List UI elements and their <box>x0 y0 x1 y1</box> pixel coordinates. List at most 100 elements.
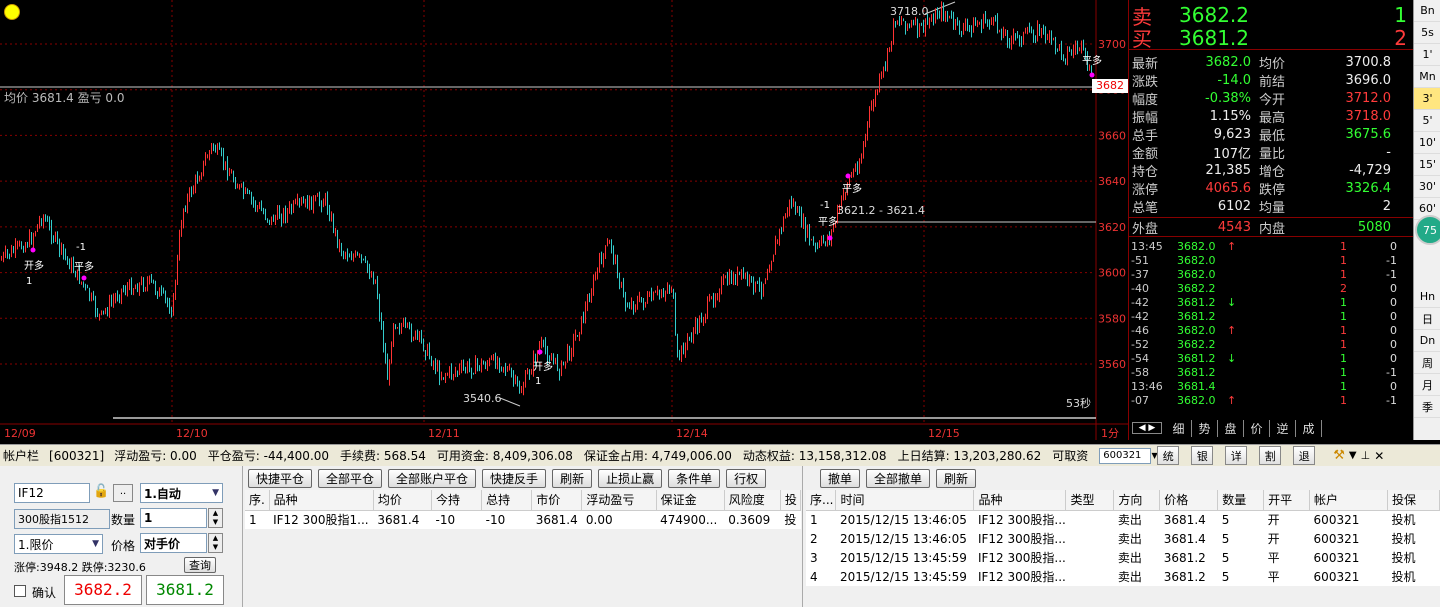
lock-icon[interactable]: 🔓 <box>93 484 109 502</box>
ord-button[interactable]: 刷新 <box>936 468 977 488</box>
account-action-button[interactable]: 详 <box>1225 446 1248 465</box>
quote-tab[interactable]: 盘 <box>1218 419 1244 437</box>
column-header[interactable]: 序... <box>806 490 837 511</box>
candlestick-chart[interactable]: 3700368036603640362036003580356012/0912/… <box>0 0 1128 440</box>
period-button[interactable]: 周 <box>1414 352 1440 374</box>
column-header[interactable]: 均价 <box>373 490 433 511</box>
column-header[interactable]: 品种 <box>973 490 1067 511</box>
ord-button[interactable]: 撤单 <box>820 468 861 488</box>
sell-button[interactable]: 3682.2 <box>64 575 142 605</box>
column-header[interactable]: 投 <box>780 490 802 511</box>
pos-button[interactable]: 行权 <box>726 468 767 488</box>
quote-tab[interactable]: 细 <box>1166 419 1192 437</box>
pos-button[interactable]: 刷新 <box>552 468 593 488</box>
tick-row: -42 3681.2 ↓ 1 0 <box>1129 295 1413 309</box>
ord-button[interactable]: 全部撤单 <box>866 468 931 488</box>
period-button[interactable]: Mn <box>1414 66 1440 88</box>
column-header[interactable]: 市价 <box>531 490 583 511</box>
price-stepper[interactable]: ▲ ▼ <box>208 533 223 553</box>
account-action-button[interactable]: 统 <box>1157 446 1180 465</box>
close-icon[interactable]: ✕ <box>1374 449 1384 463</box>
table-row[interactable]: 1 2015/12/15 13:46:05 IF12 300股指... 卖出 3681.… <box>806 510 1440 529</box>
buy-button[interactable]: 3681.2 <box>146 575 224 605</box>
price-type-select[interactable]: 1.限价 ▼ <box>14 534 103 554</box>
speed-badge[interactable]: 75 <box>1415 215 1440 245</box>
table-row[interactable]: 2 2015/12/15 13:46:05 IF12 300股指... 卖出 3681.… <box>806 529 1440 548</box>
column-header[interactable]: 浮动盈亏 <box>581 490 657 511</box>
period-button[interactable]: 10' <box>1414 132 1440 154</box>
quote-tab[interactable]: 成 <box>1296 419 1322 437</box>
period-button[interactable]: 5' <box>1414 110 1440 132</box>
tick-list[interactable]: 13:45 3682.0 ↑ 1 0 -51 3682.0 1 -1 -37 3682.0 1 -1 -4… <box>1129 237 1413 407</box>
period-button[interactable]: 3' <box>1414 88 1440 110</box>
contract-code-value: IF12 <box>18 486 44 500</box>
period-button[interactable]: 1' <box>1414 44 1440 66</box>
table-cell: 600321 <box>1313 531 1360 546</box>
pin-icon[interactable]: ⊥ <box>1361 449 1371 462</box>
period-button[interactable]: 季 <box>1414 396 1440 418</box>
account-select[interactable]: 600321 ▼ <box>1099 447 1158 464</box>
contract-code-input[interactable]: IF12 <box>14 483 90 503</box>
account-action-button[interactable]: 退 <box>1293 446 1316 465</box>
column-header[interactable]: 投保 <box>1387 490 1440 511</box>
table-row[interactable]: 3 2015/12/15 13:45:59 IF12 300股指... 卖出 3681.… <box>806 548 1440 567</box>
column-header[interactable]: 类型 <box>1065 490 1115 511</box>
column-header[interactable]: 方向 <box>1113 490 1161 511</box>
quote-tab[interactable]: 势 <box>1192 419 1218 437</box>
column-header[interactable]: 时间 <box>835 490 975 511</box>
table-cell: 5 <box>1221 531 1230 546</box>
qty-stepper[interactable]: ▲ ▼ <box>208 508 223 528</box>
column-header[interactable]: 开平 <box>1263 490 1311 511</box>
contract-picker-button[interactable]: .. <box>113 484 133 502</box>
pos-button[interactable]: 全部账户平仓 <box>388 468 477 488</box>
table-cell: 卖出 <box>1117 570 1142 584</box>
quote-tab[interactable]: 价 <box>1244 419 1270 437</box>
quote-tab[interactable]: 逆 <box>1270 419 1296 437</box>
qty-input[interactable]: 1 <box>140 508 207 528</box>
tools-icon[interactable]: ⚒ <box>1333 448 1345 463</box>
trade-marker-qty: -1 <box>76 242 86 253</box>
period-button[interactable]: Hn <box>1414 286 1440 308</box>
pos-button[interactable]: 条件单 <box>668 468 721 488</box>
period-button[interactable]: Dn <box>1414 330 1440 352</box>
mode-select[interactable]: 1.自动 ▼ <box>140 483 223 503</box>
stat-value: -14.0 <box>1217 72 1251 88</box>
column-header[interactable]: 价格 <box>1159 490 1219 511</box>
column-header[interactable]: 风险度 <box>724 490 781 511</box>
period-button[interactable]: 5s <box>1414 22 1440 44</box>
column-header[interactable]: 今持 <box>431 490 483 511</box>
smiley-icon[interactable] <box>4 4 20 20</box>
period-button[interactable]: Bn <box>1414 0 1440 22</box>
period-button[interactable]: 日 <box>1414 308 1440 330</box>
account-action-button[interactable]: 割 <box>1259 446 1282 465</box>
confirm-label: 确认 <box>32 586 57 600</box>
tick-price: 3682.0 <box>1177 323 1216 337</box>
ask-row[interactable]: 卖 3682.2 1 <box>1129 3 1413 29</box>
price-input[interactable]: 对手价 <box>140 533 207 553</box>
pos-button[interactable]: 快捷反手 <box>482 468 547 488</box>
column-header[interactable]: 序. <box>245 490 270 511</box>
column-header[interactable]: 品种 <box>269 490 374 511</box>
query-button[interactable]: 查询 <box>184 557 216 573</box>
account-action-button[interactable]: 银 <box>1191 446 1214 465</box>
table-row[interactable]: 1 IF12 300股指1... 3681.4 -10 -10 3681.4 0.00 474… <box>245 510 801 529</box>
price-chart[interactable]: 3700368036603640362036003580356012/0912/… <box>0 0 1128 440</box>
bid-row[interactable]: 买 3681.2 2 <box>1129 26 1413 51</box>
period-button[interactable]: 15' <box>1414 154 1440 176</box>
pos-button[interactable]: 全部平仓 <box>318 468 383 488</box>
column-header[interactable]: 总持 <box>481 490 533 511</box>
column-header[interactable]: 数量 <box>1217 490 1265 511</box>
table-cell: 1 <box>810 512 818 527</box>
table-row[interactable]: 4 2015/12/15 13:45:59 IF12 300股指... 卖出 3681.… <box>806 567 1440 586</box>
pos-button[interactable]: 止损止赢 <box>598 468 663 488</box>
period-button[interactable]: 30' <box>1414 176 1440 198</box>
period-button[interactable]: 月 <box>1414 374 1440 396</box>
quote-stat-row: 振幅 1.15% 最高 3718.0 <box>1129 107 1413 126</box>
chevron-down-icon[interactable]: ▼ <box>1349 450 1357 461</box>
tab-scroll-arrows[interactable]: ◀ ▶ <box>1132 422 1162 434</box>
confirm-checkbox[interactable] <box>14 585 26 597</box>
pos-button[interactable]: 快捷平仓 <box>248 468 313 488</box>
column-header[interactable]: 帐户 <box>1309 490 1388 511</box>
column-header[interactable]: 保证金 <box>656 490 725 511</box>
outer-inner-row: 外盘 4543 内盘 5080 <box>1129 217 1413 237</box>
